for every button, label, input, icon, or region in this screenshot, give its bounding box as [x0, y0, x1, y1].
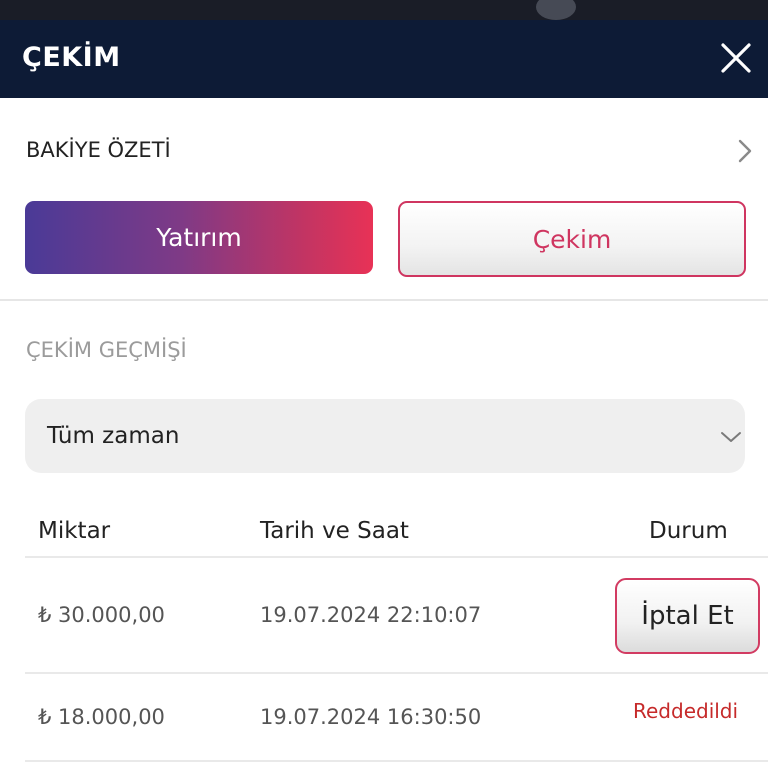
balance-summary-label: BAKİYE ÖZETİ: [26, 138, 171, 162]
row-date: 19.07.2024 22:10:07: [260, 603, 482, 627]
modal-title: ÇEKİM: [22, 42, 121, 73]
chevron-right-icon: [738, 139, 752, 163]
row-divider: [25, 672, 768, 674]
column-header-status: Durum: [649, 518, 728, 544]
row-amount: ₺ 30.000,00: [38, 603, 165, 627]
time-filter-value: Tüm zaman: [47, 423, 180, 449]
close-icon[interactable]: [716, 38, 756, 78]
column-header-amount: Miktar: [38, 518, 111, 544]
section-divider: [0, 299, 768, 301]
row-amount: ₺ 18.000,00: [38, 705, 165, 729]
time-filter-select[interactable]: Tüm zaman: [25, 399, 745, 473]
row-divider: [25, 760, 768, 762]
status-rejected: Reddedildi: [633, 699, 739, 723]
column-header-date: Tarih ve Saat: [260, 518, 409, 544]
balance-summary-link[interactable]: BAKİYE ÖZETİ: [0, 118, 768, 182]
withdraw-history-title: ÇEKİM GEÇMİŞİ: [26, 338, 187, 362]
background-image-fragment: [536, 0, 576, 20]
chevron-down-icon: [721, 432, 741, 442]
table-header-divider: [25, 556, 768, 558]
deposit-button[interactable]: Yatırım: [25, 201, 373, 274]
background-strip: [0, 0, 768, 20]
modal-header: ÇEKİM: [0, 20, 768, 98]
row-date: 19.07.2024 16:30:50: [260, 705, 482, 729]
cancel-withdraw-button[interactable]: İptal Et: [615, 578, 760, 654]
withdraw-button[interactable]: Çekim: [398, 201, 746, 277]
